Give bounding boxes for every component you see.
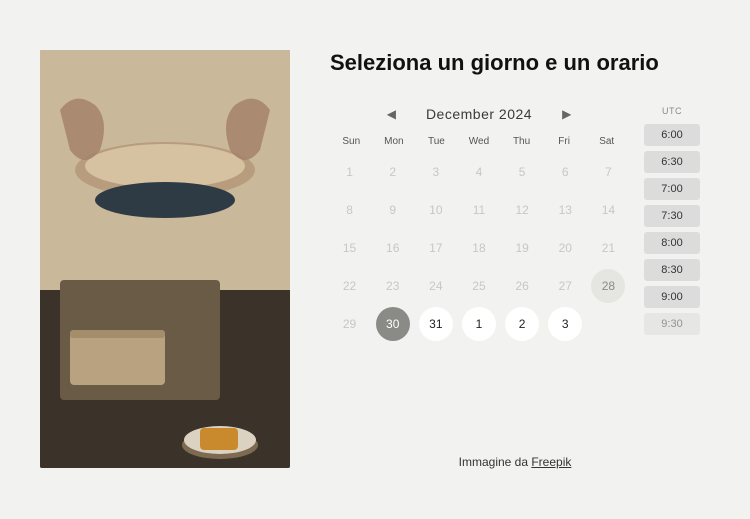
- time-slot[interactable]: 9:00: [644, 286, 700, 308]
- calendar-dow: Sat: [585, 136, 628, 147]
- calendar-day[interactable]: 28: [591, 269, 625, 303]
- calendar-day: 11: [462, 193, 496, 227]
- calendar-day[interactable]: 3: [548, 307, 582, 341]
- page-title: Seleziona un giorno e un orario: [330, 50, 700, 76]
- next-month-icon[interactable]: ▶: [556, 107, 577, 121]
- calendar-day: 20: [548, 231, 582, 265]
- calendar-dow: Wed: [458, 136, 501, 147]
- time-slot[interactable]: 6:00: [644, 124, 700, 146]
- calendar-day: 21: [591, 231, 625, 265]
- calendar-header: ◀ December 2024 ▶: [330, 106, 628, 122]
- calendar-day: 14: [591, 193, 625, 227]
- time-slot[interactable]: 9:30: [644, 313, 700, 335]
- calendar-dow: Tue: [415, 136, 458, 147]
- calendar-day: 6: [548, 155, 582, 189]
- calendar-day: 16: [376, 231, 410, 265]
- timezone-label: UTC: [644, 106, 700, 116]
- time-slot[interactable]: 8:30: [644, 259, 700, 281]
- calendar-day[interactable]: 31: [419, 307, 453, 341]
- calendar-day: 19: [505, 231, 539, 265]
- time-slot[interactable]: 7:30: [644, 205, 700, 227]
- calendar-day: 2: [376, 155, 410, 189]
- booking-page: Seleziona un giorno e un orario ◀ Decemb…: [0, 0, 750, 519]
- calendar-day: 10: [419, 193, 453, 227]
- time-slot[interactable]: 7:00: [644, 178, 700, 200]
- hero-image: [40, 50, 290, 468]
- calendar-day: 18: [462, 231, 496, 265]
- calendar-dow: Mon: [373, 136, 416, 147]
- calendar-day[interactable]: 2: [505, 307, 539, 341]
- credit-link[interactable]: Freepik: [531, 455, 571, 469]
- calendar-day: 9: [376, 193, 410, 227]
- calendar-month-label: December 2024: [426, 106, 532, 122]
- calendar-day: 1: [333, 155, 367, 189]
- calendar-day: 13: [548, 193, 582, 227]
- calendar-day: 29: [333, 307, 367, 341]
- time-slot[interactable]: 6:30: [644, 151, 700, 173]
- calendar-day: 5: [505, 155, 539, 189]
- booking-row: ◀ December 2024 ▶ SunMonTueWedThuFriSat …: [330, 106, 700, 437]
- time-slot[interactable]: 8:00: [644, 232, 700, 254]
- calendar-day: 7: [591, 155, 625, 189]
- prev-month-icon[interactable]: ◀: [381, 107, 402, 121]
- image-credit: Immagine da Freepik: [330, 455, 700, 469]
- calendar-day: 3: [419, 155, 453, 189]
- booking-panel: Seleziona un giorno e un orario ◀ Decemb…: [330, 50, 700, 469]
- calendar-day: 8: [333, 193, 367, 227]
- credit-prefix: Immagine da: [459, 455, 532, 469]
- calendar-dow: Sun: [330, 136, 373, 147]
- calendar-day: 24: [419, 269, 453, 303]
- calendar-day: 22: [333, 269, 367, 303]
- calendar-grid: 1234567891011121314151617181920212223242…: [330, 155, 628, 341]
- calendar-day: 26: [505, 269, 539, 303]
- calendar-day[interactable]: 30: [376, 307, 410, 341]
- calendar-day: 4: [462, 155, 496, 189]
- calendar-day: 23: [376, 269, 410, 303]
- calendar-dow: Thu: [500, 136, 543, 147]
- calendar-day: 27: [548, 269, 582, 303]
- calendar-day: 12: [505, 193, 539, 227]
- calendar-dow: Fri: [543, 136, 586, 147]
- time-column: UTC 6:00 6:30 7:00 7:30 8:00 8:30 9:00 9:30: [644, 106, 700, 437]
- calendar-day: 15: [333, 231, 367, 265]
- calendar-dow-row: SunMonTueWedThuFriSat: [330, 136, 628, 147]
- calendar: ◀ December 2024 ▶ SunMonTueWedThuFriSat …: [330, 106, 628, 437]
- calendar-day: 17: [419, 231, 453, 265]
- calendar-day[interactable]: 1: [462, 307, 496, 341]
- calendar-day: 25: [462, 269, 496, 303]
